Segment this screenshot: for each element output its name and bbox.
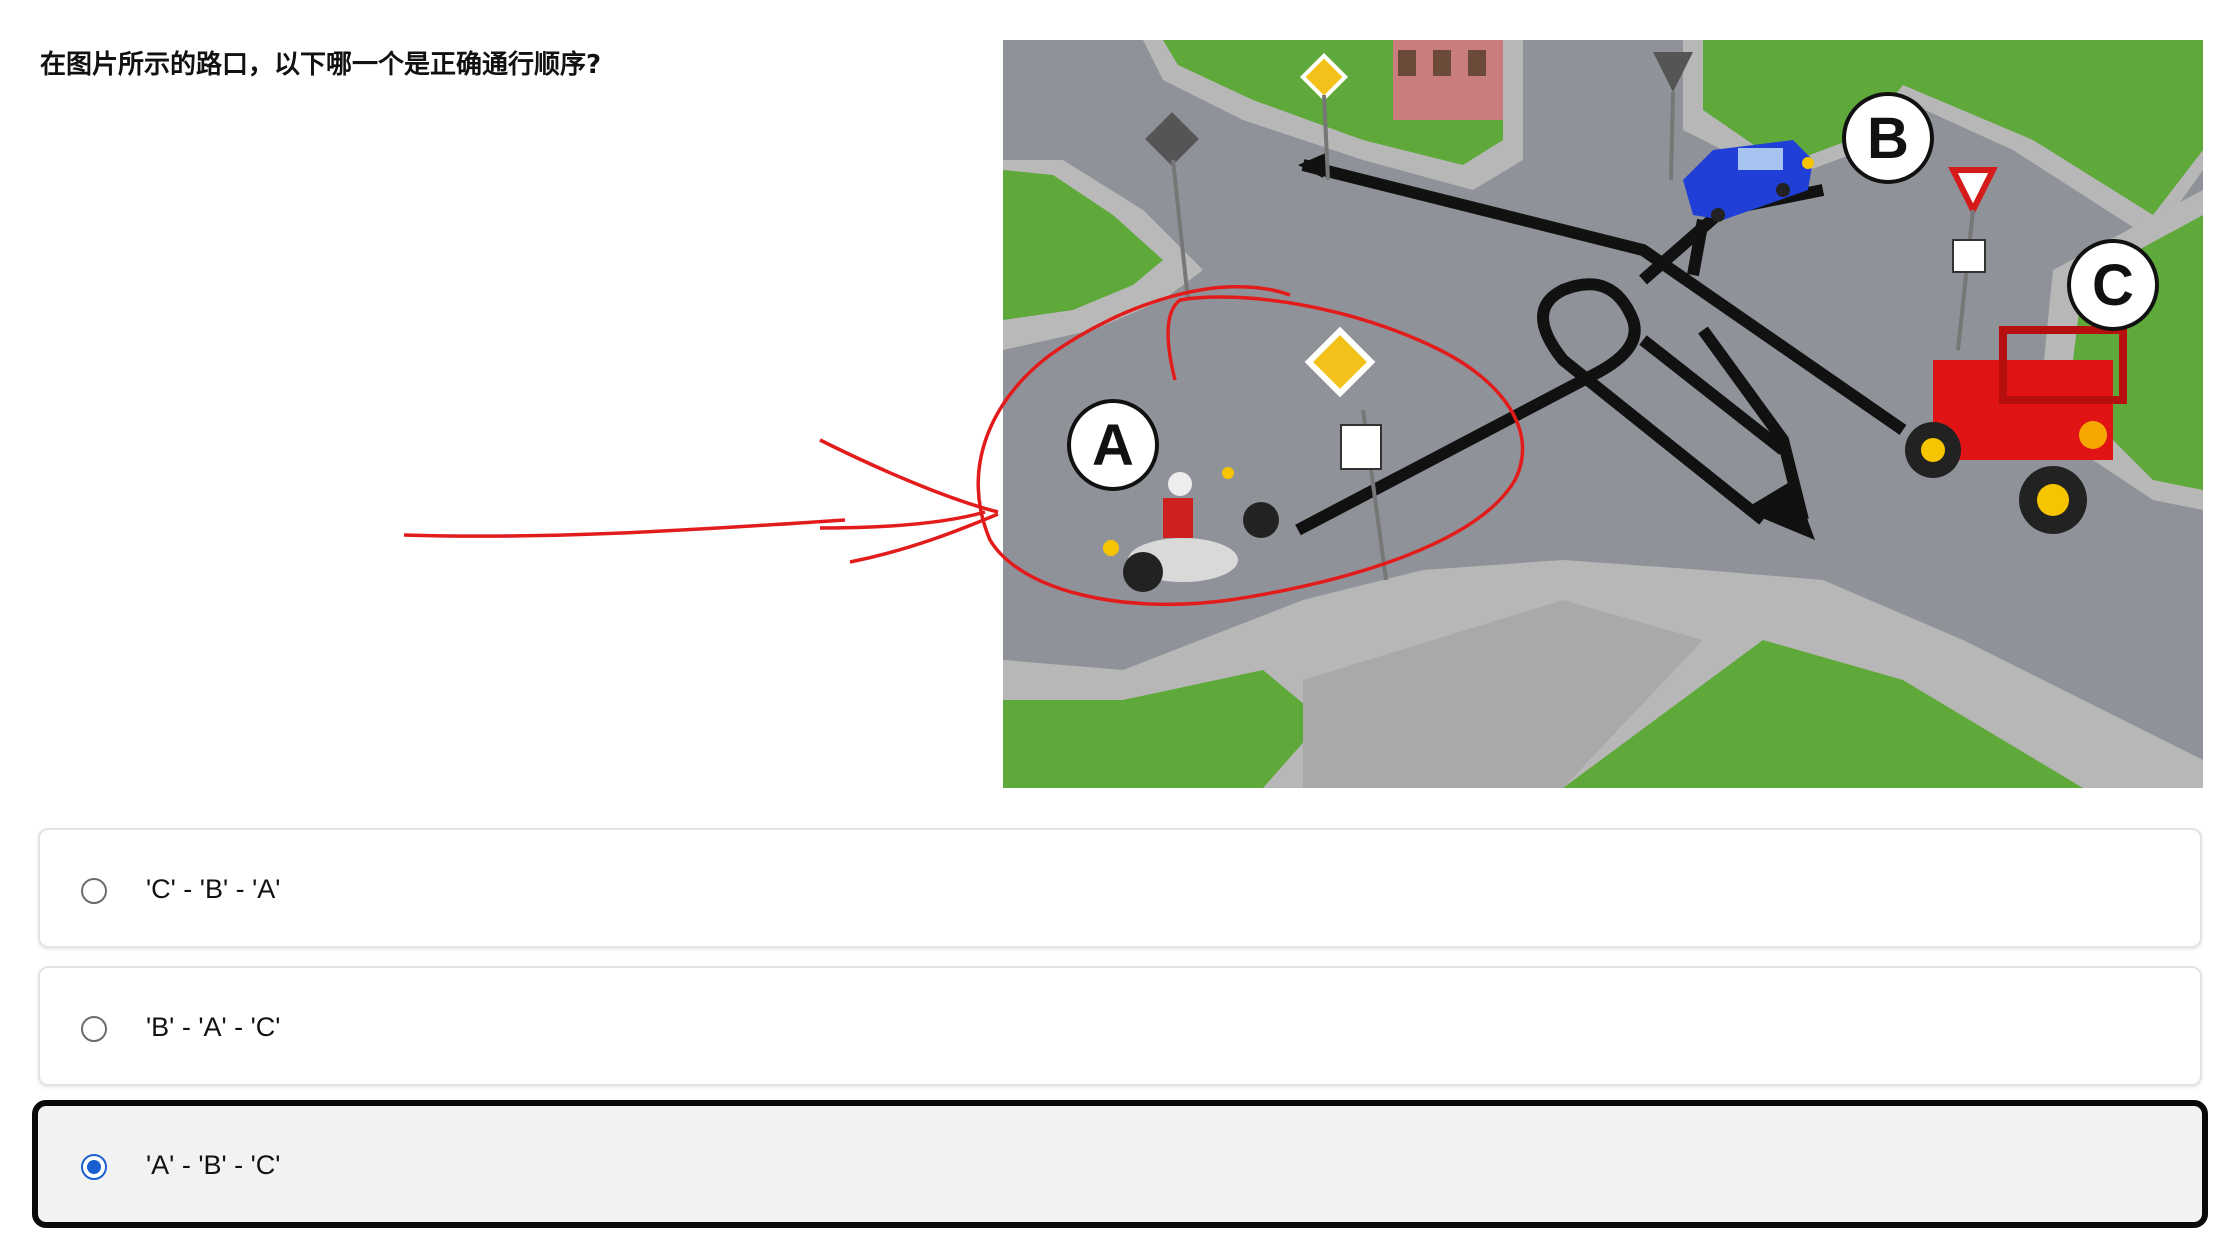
answer-option-1[interactable]: 'C' - 'B' - 'A' <box>38 828 2202 948</box>
intersection-image: A B C <box>1003 40 2203 788</box>
question-text: 在图片所示的路口，以下哪一个是正确通行顺序? <box>40 50 602 80</box>
radio-button-selected[interactable] <box>81 1154 107 1180</box>
vehicle-label-c: C <box>2092 253 2134 318</box>
label-b-badge: B <box>1842 92 1934 184</box>
radio-button[interactable] <box>81 878 107 904</box>
quiz-page: 在图片所示的路口，以下哪一个是正确通行顺序? A B C 'C' - 'B' -… <box>0 0 2240 1256</box>
vehicle-label-a: A <box>1092 413 1134 478</box>
answer-option-2[interactable]: 'B' - 'A' - 'C' <box>38 966 2202 1086</box>
option-label: 'B' - 'A' - 'C' <box>146 1012 281 1042</box>
label-c-badge: C <box>2067 239 2159 331</box>
option-label: 'C' - 'B' - 'A' <box>146 874 281 904</box>
vehicle-label-b: B <box>1867 106 1909 171</box>
radio-button[interactable] <box>81 1016 107 1042</box>
option-label: 'A' - 'B' - 'C' <box>146 1150 281 1180</box>
answer-option-3-selected[interactable]: 'A' - 'B' - 'C' <box>32 1100 2208 1228</box>
label-a-badge: A <box>1067 399 1159 491</box>
